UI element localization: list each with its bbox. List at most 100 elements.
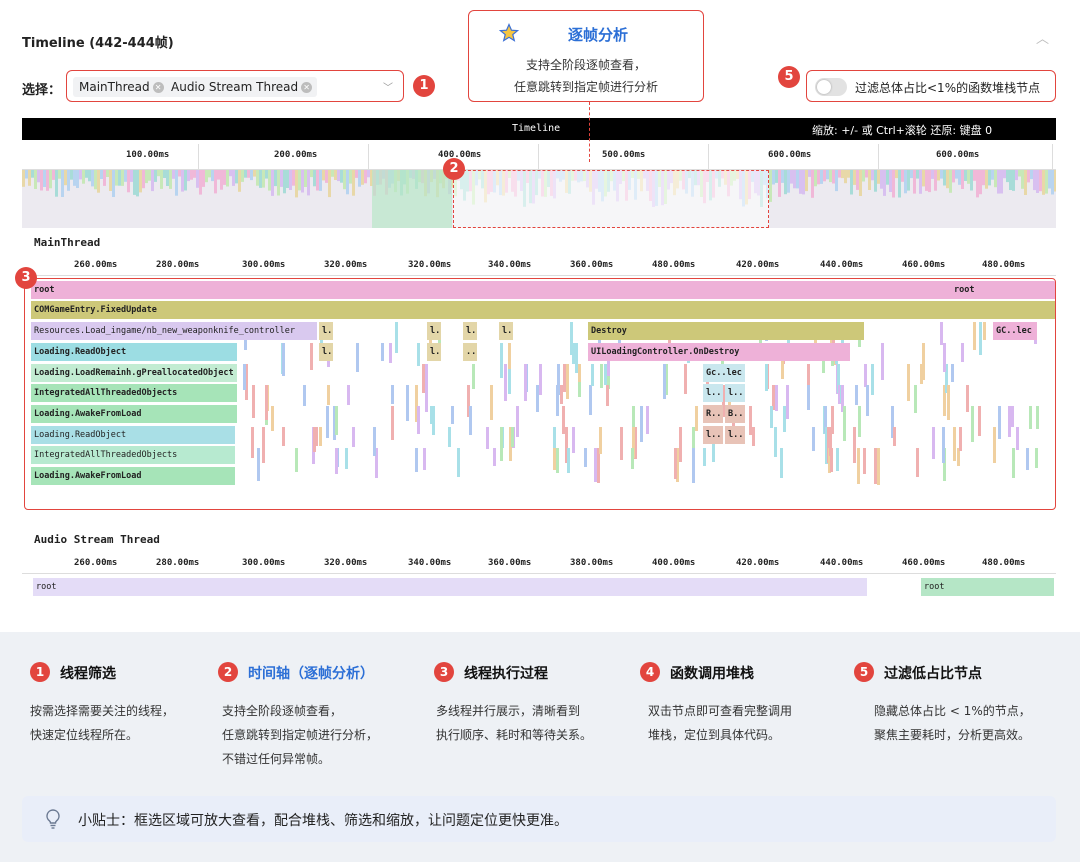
flame-frame-small[interactable]: B.. — [725, 405, 745, 423]
main-thread-flame-chart: root root COMGameEntry.FixedUpdate Resou… — [24, 278, 1056, 510]
main-tick: 440.00ms — [820, 260, 864, 270]
legend-desc: 按需选择需要关注的线程， — [30, 704, 175, 718]
legend-desc: 任意跳转到指定帧进行分析， — [222, 728, 379, 742]
flame-frame-small[interactable]: l.. — [319, 343, 333, 361]
legend-number: 5 — [854, 662, 874, 682]
audio-tick: 480.00ms — [982, 558, 1026, 568]
frame-selection-region[interactable] — [453, 170, 769, 228]
main-tick: 420.00ms — [736, 260, 780, 270]
flame-frame-loadremaining[interactable]: Loading.LoadRemainh.gPreallocatedObject — [31, 364, 237, 382]
collapse-chevron-icon[interactable]: ︿ — [1036, 28, 1049, 47]
chip-audio-stream-thread[interactable]: Audio Stream Thread ✕ — [165, 77, 318, 97]
low-ratio-filter: 过滤总体占比<1%的函数堆栈节点 — [806, 70, 1056, 102]
flame-frame-small[interactable]: l.. — [703, 384, 723, 402]
flame-frame-small[interactable]: l.. — [463, 322, 477, 340]
flame-frame-awakefromload[interactable]: Loading.AwakeFromLoad — [31, 405, 237, 423]
flame-frame-small[interactable]: l.. — [499, 322, 513, 340]
legend-desc: 聚焦主要耗时，分析更高效。 — [874, 728, 1031, 742]
audio-tick: 300.00ms — [242, 558, 286, 568]
thread-select[interactable]: MainThread ✕ Audio Stream Thread ✕ ﹀ — [66, 70, 404, 102]
flame-frame-small[interactable]: R.. — [703, 405, 723, 423]
overview-tick: 400.00ms — [438, 150, 482, 160]
chip-remove-icon[interactable]: ✕ — [301, 82, 313, 93]
main-tick: 320.00ms — [408, 260, 452, 270]
flame-frame-destroy[interactable]: Destroy — [588, 322, 864, 340]
panel-title: Timeline (442-444帧) — [22, 36, 174, 51]
thread-select-label: 选择： — [22, 83, 62, 98]
flame-frame-root[interactable]: root — [31, 281, 951, 299]
flame-frame-small[interactable]: l.. — [427, 343, 441, 361]
flame-frame-gc[interactable]: GC..lec — [993, 322, 1037, 340]
overview-ruler: 100.00ms 200.00ms 400.00ms 500.00ms 600.… — [22, 140, 1056, 170]
flame-frame-small[interactable]: l.. — [319, 322, 333, 340]
legend-title: 线程执行过程 — [464, 666, 548, 682]
timeline-header-bar: Timeline 缩放: +/- 或 Ctrl+滚轮 还原: 键盘 0 — [22, 118, 1056, 140]
audio-tick: 360.00ms — [488, 558, 532, 568]
legend-desc: 支持全阶段逐帧查看， — [222, 704, 343, 718]
flame-frame-fixedupdate[interactable]: COMGameEntry.FixedUpdate — [31, 301, 1055, 319]
flame-frame-gc2[interactable]: Gc..lec — [703, 364, 745, 382]
chip-remove-icon[interactable]: ✕ — [152, 82, 164, 93]
main-thread-label: MainThread — [34, 236, 101, 249]
legend-number: 2 — [218, 662, 238, 682]
flame-frame-root[interactable]: root — [951, 281, 1055, 299]
filter-toggle[interactable] — [815, 78, 847, 96]
flame-frame-readobject[interactable]: Loading.ReadObject — [31, 343, 237, 361]
flame-frame-small[interactable]: l.. — [703, 426, 723, 444]
audio-tick: 440.00ms — [820, 558, 864, 568]
audio-flame-root-2[interactable]: root — [921, 578, 1054, 596]
main-tick: 340.00ms — [488, 260, 532, 270]
main-tick: 320.00ms — [324, 260, 368, 270]
legend-title: 过滤低占比节点 — [884, 666, 982, 682]
chip-label: MainThread — [79, 80, 150, 94]
legend-number: 1 — [30, 662, 50, 682]
main-tick: 280.00ms — [156, 260, 200, 270]
main-thread-ruler: 260.00ms 280.00ms 300.00ms 320.00ms 320.… — [22, 252, 1056, 276]
flame-frame-integrated[interactable]: IntegratedAllThreadedObjects — [31, 384, 237, 402]
flame-frame-uiloading-ondestroy[interactable]: UILoadingController.OnDestroy — [588, 343, 850, 361]
main-tick: 480.00ms — [652, 260, 696, 270]
frame-analysis-callout: 逐帧分析 支持全阶段逐帧查看， 任意跳转到指定帧进行分析 — [468, 10, 704, 102]
flame-frame-resources-load[interactable]: Resources.Load_ingame/nb_new_weaponknife… — [31, 322, 317, 340]
badge-1: 1 — [413, 75, 435, 97]
callout-connector — [589, 102, 590, 162]
audio-thread-label: Audio Stream Thread — [34, 533, 160, 546]
flame-frame-awakefromload-2[interactable]: Loading.AwakeFromLoad — [31, 467, 235, 485]
overview-tick: 200.00ms — [274, 150, 318, 160]
badge-5: 5 — [778, 66, 800, 88]
audio-tick: 320.00ms — [324, 558, 368, 568]
audio-flame-root[interactable]: root — [33, 578, 867, 596]
badge-2: 2 — [443, 158, 465, 180]
flame-frame-small[interactable]: .. — [463, 343, 477, 361]
flame-frame-integrated-2[interactable]: IntegratedAllThreadedObjects — [31, 446, 235, 464]
chip-label: Audio Stream Thread — [171, 80, 299, 94]
flame-frame-small[interactable]: l.. — [725, 426, 745, 444]
legend-desc: 快速定位线程所在。 — [30, 728, 139, 742]
flame-frame-small[interactable]: l.. — [427, 322, 441, 340]
legend-title: 时间轴（逐帧分析） — [248, 666, 374, 682]
timeline-panel: Timeline (442-444帧) ︿ 选择： MainThread ✕ Au… — [0, 0, 1080, 632]
callout-line-1: 支持全阶段逐帧查看， — [525, 58, 646, 72]
audio-tick: 260.00ms — [74, 558, 118, 568]
legend-desc: 多线程并行展示，清晰看到 — [436, 704, 581, 718]
legend-desc: 堆栈，定位到具体代码。 — [648, 728, 781, 742]
overview-tick: 100.00ms — [126, 150, 170, 160]
legend-title: 函数调用堆栈 — [670, 666, 754, 682]
main-tick: 480.00ms — [982, 260, 1026, 270]
legend-desc: 执行顺序、耗时和等待关系。 — [436, 728, 593, 742]
callout-line-2: 任意跳转到指定帧进行分析 — [513, 80, 658, 94]
chip-mainthread[interactable]: MainThread ✕ — [73, 77, 169, 97]
audio-tick: 380.00ms — [570, 558, 614, 568]
audio-tick: 400.00ms — [652, 558, 696, 568]
chevron-down-icon[interactable]: ﹀ — [383, 79, 393, 94]
timeline-bar-title: Timeline — [512, 123, 561, 134]
filter-label: 过滤总体占比<1%的函数堆栈节点 — [855, 81, 1041, 95]
audio-thread-ruler: 260.00ms 280.00ms 300.00ms 320.00ms 340.… — [22, 550, 1056, 574]
main-tick: 460.00ms — [902, 260, 946, 270]
flame-frame-small[interactable]: l.. — [725, 384, 745, 402]
audio-tick: 280.00ms — [156, 558, 200, 568]
zoom-hint: 缩放: +/- 或 Ctrl+滚轮 还原: 键盘 0 — [812, 124, 993, 137]
flame-frame-readobject-2[interactable]: Loading.ReadObject — [31, 426, 235, 444]
lightbulb-icon — [46, 809, 60, 829]
main-tick: 300.00ms — [242, 260, 286, 270]
